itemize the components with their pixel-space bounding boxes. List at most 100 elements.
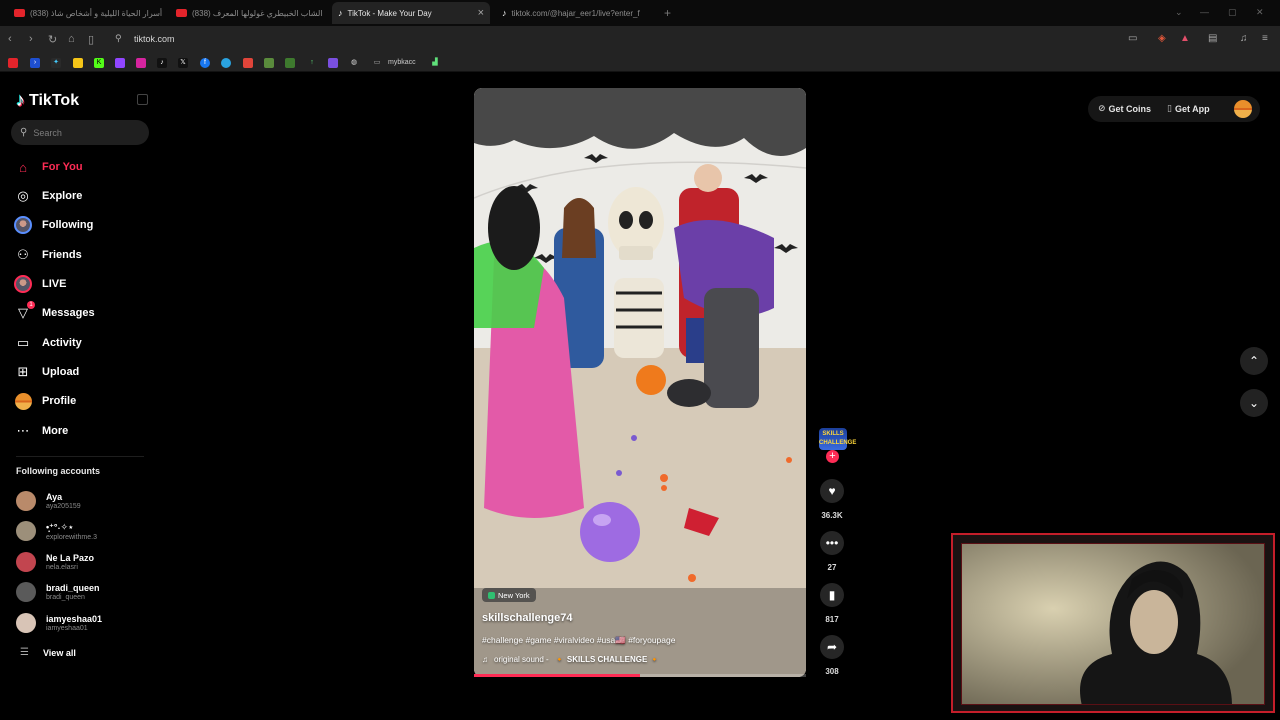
nav-activity[interactable]: ▭ Activity (14, 332, 144, 354)
nav-label: Messages (42, 307, 95, 319)
twitch-icon[interactable] (115, 58, 125, 68)
site-settings-icon[interactable]: ⚲ (115, 33, 122, 44)
bookmark-icon: ▮ (828, 588, 836, 602)
follow-button[interactable]: + (826, 450, 839, 463)
music-prefix: original sound - (494, 655, 549, 664)
collapse-sidebar-icon[interactable] (137, 94, 148, 105)
bookmark-icon[interactable] (328, 58, 338, 68)
chevron-up-icon: ⌃ (1248, 354, 1260, 368)
rewards-icon[interactable]: ▲ (1180, 33, 1190, 44)
bookmark-icon[interactable]: › (30, 58, 40, 68)
account-item[interactable]: Aya aya205159 (16, 488, 81, 514)
browser-tab[interactable]: (838) أسرار الحياة الليلية و أشخاص شاذ (8, 2, 168, 24)
tab-title: tiktok.com/@hajar_eer1/live?enter_f (511, 8, 640, 18)
save-button[interactable]: ▮ (820, 583, 844, 607)
minimize-icon[interactable]: — (1200, 7, 1209, 17)
sidebar-icon[interactable]: ▤ (1208, 33, 1217, 44)
bookmark-icon[interactable] (285, 58, 295, 68)
new-tab-button[interactable]: + (664, 6, 671, 20)
video-music[interactable]: ♫ original sound - 🔸 SKILLS CHALLENGE 🔸 (482, 655, 660, 664)
account-handle: aya205159 (46, 503, 81, 510)
x-icon[interactable]: 𝕏 (178, 58, 188, 68)
nav-upload[interactable]: ⊞ Upload (14, 361, 144, 383)
instagram-icon[interactable] (136, 58, 146, 68)
brave-shield-icon[interactable]: ◈ (1158, 33, 1166, 44)
kick-icon[interactable]: K (94, 58, 104, 68)
bookmark-icon[interactable]: ▯ (88, 33, 94, 46)
nav-profile[interactable]: Profile (14, 390, 144, 412)
bookmark-folder[interactable]: mybkacc (388, 59, 416, 66)
comment-button[interactable]: ••• (820, 531, 844, 555)
tab-search-icon[interactable]: ⌄ (1175, 7, 1183, 18)
home-icon[interactable]: ⌂ (68, 33, 75, 45)
search-bar[interactable]: ⚲ (11, 120, 149, 145)
back-icon[interactable]: ‹ (8, 33, 12, 45)
like-button[interactable]: ♥ (820, 479, 844, 503)
share-count: 308 (825, 667, 839, 676)
view-all-button[interactable]: ☰ View all (20, 647, 76, 658)
bookmark-icon[interactable] (73, 58, 83, 68)
account-item[interactable]: Ne La Pazo nela.elasri (16, 549, 94, 575)
browser-tab-active[interactable]: ♪ TikTok - Make Your Day × (332, 2, 490, 24)
nav-label: Explore (42, 190, 83, 202)
youtube-bookmark-icon[interactable] (8, 58, 18, 68)
nav-live[interactable]: LIVE (14, 273, 144, 295)
view-all-label: View all (42, 647, 76, 658)
menu-icon[interactable]: ≡ (1262, 33, 1268, 44)
avatar (16, 552, 36, 572)
folder-icon[interactable]: ▭ (372, 58, 382, 68)
list-icon: ☰ (20, 647, 29, 658)
search-input[interactable] (33, 127, 134, 138)
nav-more[interactable]: ⋯ More (14, 420, 144, 442)
bookmark-icon[interactable] (243, 58, 253, 68)
nav-label: Profile (42, 395, 77, 407)
reload-icon[interactable]: ↻ (48, 33, 57, 46)
bookmarks-bar: › ✦ K ♪ 𝕏 f ↑ ◍ ▭ mybkacc ▟ (0, 54, 1280, 72)
account-item[interactable]: bradi_queen bradi_queen (16, 579, 100, 605)
share-button[interactable]: ➦ (820, 635, 844, 659)
like-count: 36.3K (821, 511, 843, 520)
location-tag[interactable]: New York (482, 588, 536, 602)
video-description[interactable]: #challenge #game #viralvideo #usa🇺🇸 #for… (482, 635, 675, 646)
bookmark-icon[interactable]: ↑ (307, 58, 317, 68)
get-app-button[interactable]: ▯ Get App (1167, 103, 1210, 114)
tiktok-logo[interactable]: ♪ TikTok (16, 90, 79, 111)
nav-explore[interactable]: ◎ Explore (14, 185, 144, 207)
tiktok-bookmark-icon[interactable]: ♪ (157, 58, 167, 68)
telegram-icon[interactable] (221, 58, 231, 68)
forward-icon[interactable]: › (29, 33, 33, 45)
media-icon[interactable]: ♫ (1240, 33, 1248, 44)
video-author[interactable]: skillschallenge74 (482, 612, 573, 624)
creator-avatar[interactable]: SKILLS CHALLENGE (819, 428, 856, 450)
nav-label: LIVE (42, 278, 67, 290)
close-tab-icon[interactable]: × (478, 7, 484, 19)
browser-tab[interactable]: (838) الشاب الخبيطري غولولها المعرف (170, 2, 330, 24)
window-close-icon[interactable]: ✕ (1256, 7, 1264, 18)
get-coins-button[interactable]: ⊘ Get Coins (1098, 103, 1151, 114)
bookmark-icon[interactable] (264, 58, 274, 68)
video-progress-bar[interactable] (474, 674, 806, 677)
get-app-label: Get App (1174, 103, 1210, 114)
next-video-button[interactable]: ⌄ (1240, 389, 1268, 417)
cast-icon[interactable]: ▭ (1128, 33, 1137, 44)
globe-icon[interactable]: ◍ (349, 58, 359, 68)
url-field[interactable]: tiktok.com (134, 34, 175, 44)
maximize-icon[interactable]: ▢ (1228, 7, 1237, 18)
account-item[interactable]: •̩͙⁺°˖✧⋆ explorewithme.3 (16, 518, 97, 544)
comment-count: 27 (827, 563, 837, 572)
nav-for-you[interactable]: ⌂ For You (14, 156, 144, 178)
address-bar: ‹ › ↻ ⌂ ▯ ⚲ tiktok.com ▭ ◈ ▲ ▤ ♫ ≡ (0, 26, 1280, 54)
following-avatar-icon (14, 216, 32, 234)
live-avatar-icon (14, 275, 32, 293)
user-avatar[interactable] (1234, 100, 1252, 118)
browser-tab[interactable]: ♪ tiktok.com/@hajar_eer1/live?enter_f (496, 2, 656, 24)
facebook-icon[interactable]: f (200, 58, 210, 68)
account-item[interactable]: iamyeshaa01 iamyeshaa01 (16, 610, 102, 636)
bookmark-icon[interactable]: ✦ (51, 58, 61, 68)
signal-icon[interactable]: ▟ (430, 58, 440, 68)
nav-messages[interactable]: ▽ 1 Messages (14, 301, 144, 324)
previous-video-button[interactable]: ⌃ (1240, 347, 1268, 375)
youtube-icon (176, 9, 187, 17)
nav-following[interactable]: Following (14, 214, 144, 236)
nav-friends[interactable]: ⚇ Friends (14, 244, 144, 266)
